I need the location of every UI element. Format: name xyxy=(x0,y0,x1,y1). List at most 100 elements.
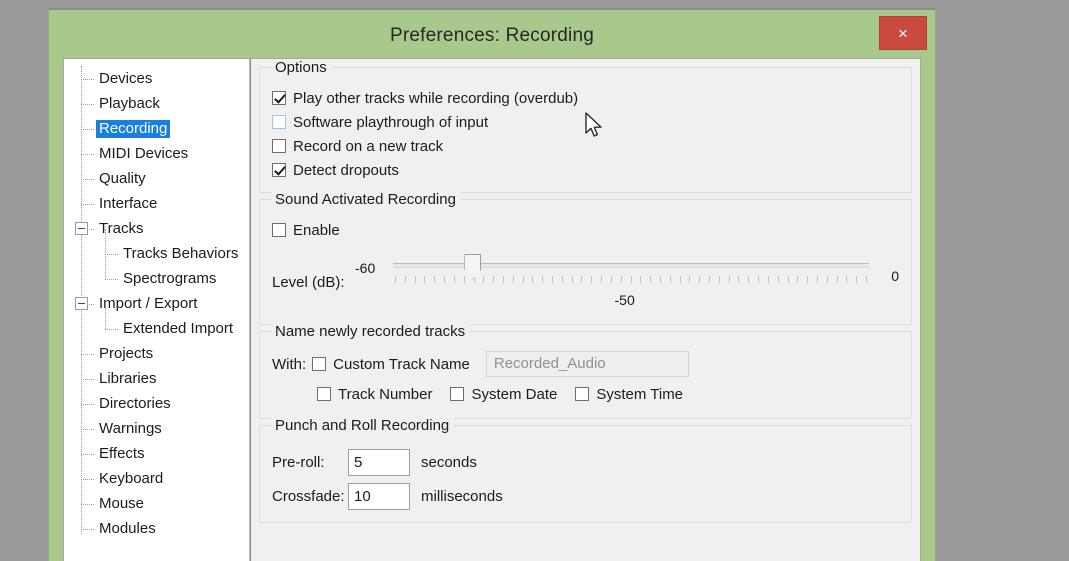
custom-track-name-label: Custom Track Name xyxy=(333,355,470,373)
system-date-label: System Date xyxy=(471,385,558,403)
pre-roll-label: Pre-roll: xyxy=(272,453,325,471)
slider-tick xyxy=(689,276,691,283)
slider-tick xyxy=(581,276,583,283)
tree-collapse-icon[interactable] xyxy=(75,222,88,235)
sidebar-item-label: Recording xyxy=(96,119,171,138)
window-title-bar[interactable]: Preferences: Recording × xyxy=(49,10,935,62)
sidebar-item-label: Devices xyxy=(99,69,153,87)
option-row-play-other-tracks[interactable]: Play other tracks while recording (overd… xyxy=(272,86,899,110)
slider-tick xyxy=(846,276,848,283)
sidebar-item-warnings[interactable]: Warnings xyxy=(64,416,249,441)
sidebar-item-tracks[interactable]: Tracks xyxy=(64,216,249,241)
option-row-record-on-a[interactable]: Record on a new track xyxy=(272,134,899,158)
custom-track-name-input[interactable]: Recorded_Audio xyxy=(485,351,689,377)
sidebar-item-keyboard[interactable]: Keyboard xyxy=(64,466,249,491)
sidebar-item-modules[interactable]: Modules xyxy=(64,516,249,541)
name-token-checkbox-row: Track Number System Date System Time xyxy=(317,380,899,408)
name-tracks-group-legend: Name newly recorded tracks xyxy=(272,323,471,340)
sidebar-item-directories[interactable]: Directories xyxy=(64,391,249,416)
system-time-checkbox-row[interactable]: System Time xyxy=(575,382,683,406)
tree-connector-line xyxy=(81,454,94,455)
option-row-software-playthrough-of[interactable]: Software playthrough of input xyxy=(272,110,899,134)
tree-connector-line xyxy=(81,354,94,355)
slider-tick xyxy=(709,276,710,283)
tree-connector-line xyxy=(81,404,94,405)
sidebar-item-label: Tracks xyxy=(99,219,144,237)
sidebar-item-label: Keyboard xyxy=(99,469,164,487)
with-label: With: xyxy=(272,355,307,373)
level-slider-min-label: -60 xyxy=(355,260,376,276)
sidebar-item-label: Tracks Behaviors xyxy=(123,244,239,262)
slider-tick xyxy=(669,276,671,283)
slider-tick xyxy=(738,276,740,283)
custom-track-name-row: With: Custom Track Name Recorded_Audio xyxy=(272,350,899,378)
sidebar-item-libraries[interactable]: Libraries xyxy=(64,366,249,391)
slider-tick xyxy=(512,276,514,283)
option-checkbox-detect-dropouts[interactable] xyxy=(272,163,286,177)
enable-sound-activated-row[interactable]: Enable xyxy=(272,218,899,242)
slider-tick xyxy=(620,276,622,283)
pre-roll-input[interactable]: 5 xyxy=(348,448,410,476)
tree-connector-line xyxy=(81,104,94,105)
level-slider-label: Level (dB): xyxy=(272,274,345,291)
sidebar-item-extended-import[interactable]: Extended Import xyxy=(64,316,249,341)
level-slider[interactable]: -50 xyxy=(393,252,869,314)
track-number-checkbox-row[interactable]: Track Number xyxy=(317,382,432,406)
preferences-category-tree[interactable]: Devices Playback Recording MIDI Devices Qual… xyxy=(63,58,250,561)
slider-tick xyxy=(483,276,485,283)
slider-tick xyxy=(718,276,720,283)
custom-track-name-checkbox[interactable] xyxy=(312,357,327,371)
slider-tick xyxy=(856,276,858,283)
sidebar-item-effects[interactable]: Effects xyxy=(64,441,249,466)
crossfade-input[interactable]: 10 xyxy=(348,482,410,510)
slider-tick xyxy=(807,276,809,283)
option-checkbox-play-other-tracks[interactable] xyxy=(272,91,286,105)
sidebar-item-mouse[interactable]: Mouse xyxy=(64,491,249,516)
sidebar-item-spectrograms[interactable]: Spectrograms xyxy=(64,266,249,291)
crossfade-label: Crossfade: xyxy=(272,487,345,505)
slider-tick xyxy=(797,276,799,283)
slider-tick xyxy=(552,276,553,283)
track-number-label: Track Number xyxy=(338,385,433,403)
tree-subtrunk-line xyxy=(105,229,106,279)
slider-tick xyxy=(610,276,612,283)
sidebar-item-import-export[interactable]: Import / Export xyxy=(64,291,249,316)
tree-connector-line xyxy=(105,279,118,280)
sidebar-item-label: MIDI Devices xyxy=(99,144,189,162)
tree-connector-line xyxy=(81,429,94,430)
option-label: Software playthrough of input xyxy=(293,113,489,131)
option-checkbox-software-playthrough-of[interactable] xyxy=(272,115,286,129)
sidebar-item-label: Quality xyxy=(99,169,146,187)
sidebar-item-devices[interactable]: Devices xyxy=(64,66,249,91)
sidebar-item-playback[interactable]: Playback xyxy=(64,91,249,116)
sidebar-item-quality[interactable]: Quality xyxy=(64,166,249,191)
sidebar-item-projects[interactable]: Projects xyxy=(64,341,249,366)
tree-collapse-icon[interactable] xyxy=(75,297,88,310)
option-checkbox-record-on-a[interactable] xyxy=(272,139,286,153)
option-label: Play other tracks while recording (overd… xyxy=(293,89,579,107)
sidebar-item-interface[interactable]: Interface xyxy=(64,191,249,216)
system-time-checkbox[interactable] xyxy=(575,387,590,401)
system-time-label: System Time xyxy=(596,385,684,403)
sidebar-item-tracks-behaviors[interactable]: Tracks Behaviors xyxy=(64,241,249,266)
sidebar-item-label: Libraries xyxy=(99,369,157,387)
close-icon: × xyxy=(898,23,908,43)
sidebar-item-label: Extended Import xyxy=(123,319,234,337)
track-number-checkbox[interactable] xyxy=(317,387,331,401)
sidebar-item-midi-devices[interactable]: MIDI Devices xyxy=(64,141,249,166)
slider-tick xyxy=(758,276,760,283)
slider-tick xyxy=(493,276,495,283)
system-date-checkbox-row[interactable]: System Date xyxy=(450,382,557,406)
sidebar-item-recording[interactable]: Recording xyxy=(64,116,249,141)
enable-sound-activated-checkbox[interactable] xyxy=(272,223,286,237)
system-date-checkbox[interactable] xyxy=(450,387,465,401)
level-slider-value-label: -50 xyxy=(614,292,635,308)
name-newly-recorded-tracks-group: Name newly recorded tracks With: Custom … xyxy=(259,323,912,419)
slider-tick xyxy=(787,276,789,283)
slider-tick xyxy=(650,276,652,283)
tree-subtrunk-line xyxy=(105,304,106,329)
option-row-detect-dropouts[interactable]: Detect dropouts xyxy=(272,158,899,182)
close-button[interactable]: × xyxy=(879,16,927,50)
custom-track-name-checkbox-row[interactable]: Custom Track Name xyxy=(312,352,470,376)
pre-roll-row: Pre-roll: 5 seconds xyxy=(272,446,899,478)
